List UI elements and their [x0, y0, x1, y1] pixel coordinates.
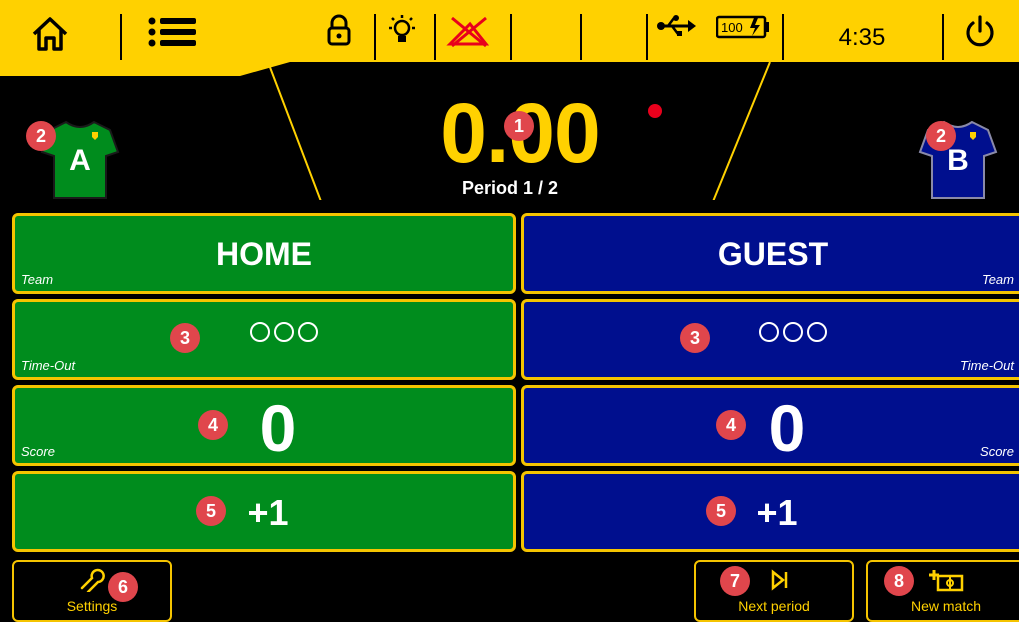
home-score-label: Score [21, 444, 55, 459]
home-jersey-letter: A [69, 144, 91, 177]
marker-2-guest: 2 [926, 121, 956, 151]
new-match-label: New match [910, 598, 982, 614]
timeout-circle [250, 322, 270, 342]
sound-off-icon[interactable] [446, 14, 496, 60]
clock: 4:35 [838, 24, 886, 51]
guest-team-label: Team [981, 272, 1014, 287]
guest-score-panel[interactable]: 0 Score [521, 385, 1019, 466]
lock-icon[interactable] [326, 14, 362, 60]
marker-5-guest: 5 [706, 496, 736, 526]
marker-1: 1 [504, 111, 534, 141]
home-plus-one-button[interactable]: +1 [12, 471, 516, 552]
home-team-panel[interactable]: HOME Team [12, 213, 516, 294]
timeout-circle [783, 322, 803, 342]
marker-7: 7 [720, 566, 750, 596]
guest-timeout-label: Time-Out [959, 358, 1014, 373]
guest-plus-one-button[interactable]: +1 [521, 471, 1019, 552]
running-indicator [648, 104, 662, 118]
marker-4-guest: 4 [716, 410, 746, 440]
next-period-button[interactable]: Next period [694, 560, 854, 622]
settings-button[interactable]: Settings [12, 560, 172, 622]
timeout-circle [759, 322, 779, 342]
marker-8: 8 [884, 566, 914, 596]
home-plus-one-label: +1 [247, 492, 289, 533]
battery-icon: 100 [716, 14, 774, 60]
settings-label: Settings [66, 598, 118, 614]
marker-2-home: 2 [26, 121, 56, 151]
marker-5-home: 5 [196, 496, 226, 526]
home-team-name: HOME [216, 236, 312, 272]
usb-icon [656, 14, 706, 60]
guest-timeout-panel[interactable]: Time-Out [521, 299, 1019, 380]
guest-plus-one-label: +1 [756, 492, 798, 533]
home-team-label: Team [21, 272, 54, 287]
guest-score: 0 [768, 391, 806, 465]
marker-3-guest: 3 [680, 323, 710, 353]
period-indicator: Period 1 / 2 [461, 178, 559, 198]
wrench-icon [14, 568, 170, 597]
top-bar: 100 4:35 [0, 0, 1019, 200]
timeout-circle [274, 322, 294, 342]
home-icon[interactable] [30, 14, 86, 60]
timeout-circle [298, 322, 318, 342]
next-period-label: Next period [738, 598, 810, 614]
guest-jersey-letter: B [947, 144, 969, 177]
marker-4-home: 4 [198, 410, 228, 440]
home-timeout-label: Time-Out [21, 358, 76, 373]
guest-score-label: Score [980, 444, 1014, 459]
menu-icon[interactable] [146, 14, 206, 60]
guest-team-name: GUEST [717, 236, 829, 272]
light-icon[interactable] [386, 14, 422, 60]
timeout-circle [807, 322, 827, 342]
guest-timeouts [524, 322, 1019, 342]
home-timeouts [15, 322, 513, 342]
marker-6: 6 [108, 572, 138, 602]
home-timeout-panel[interactable]: Time-Out [12, 299, 516, 380]
battery-label: 100 [721, 20, 743, 35]
marker-3-home: 3 [170, 323, 200, 353]
home-score-panel[interactable]: 0 Score [12, 385, 516, 466]
power-icon[interactable] [962, 14, 1006, 60]
guest-team-panel[interactable]: GUEST Team [521, 213, 1019, 294]
home-score: 0 [259, 391, 297, 465]
